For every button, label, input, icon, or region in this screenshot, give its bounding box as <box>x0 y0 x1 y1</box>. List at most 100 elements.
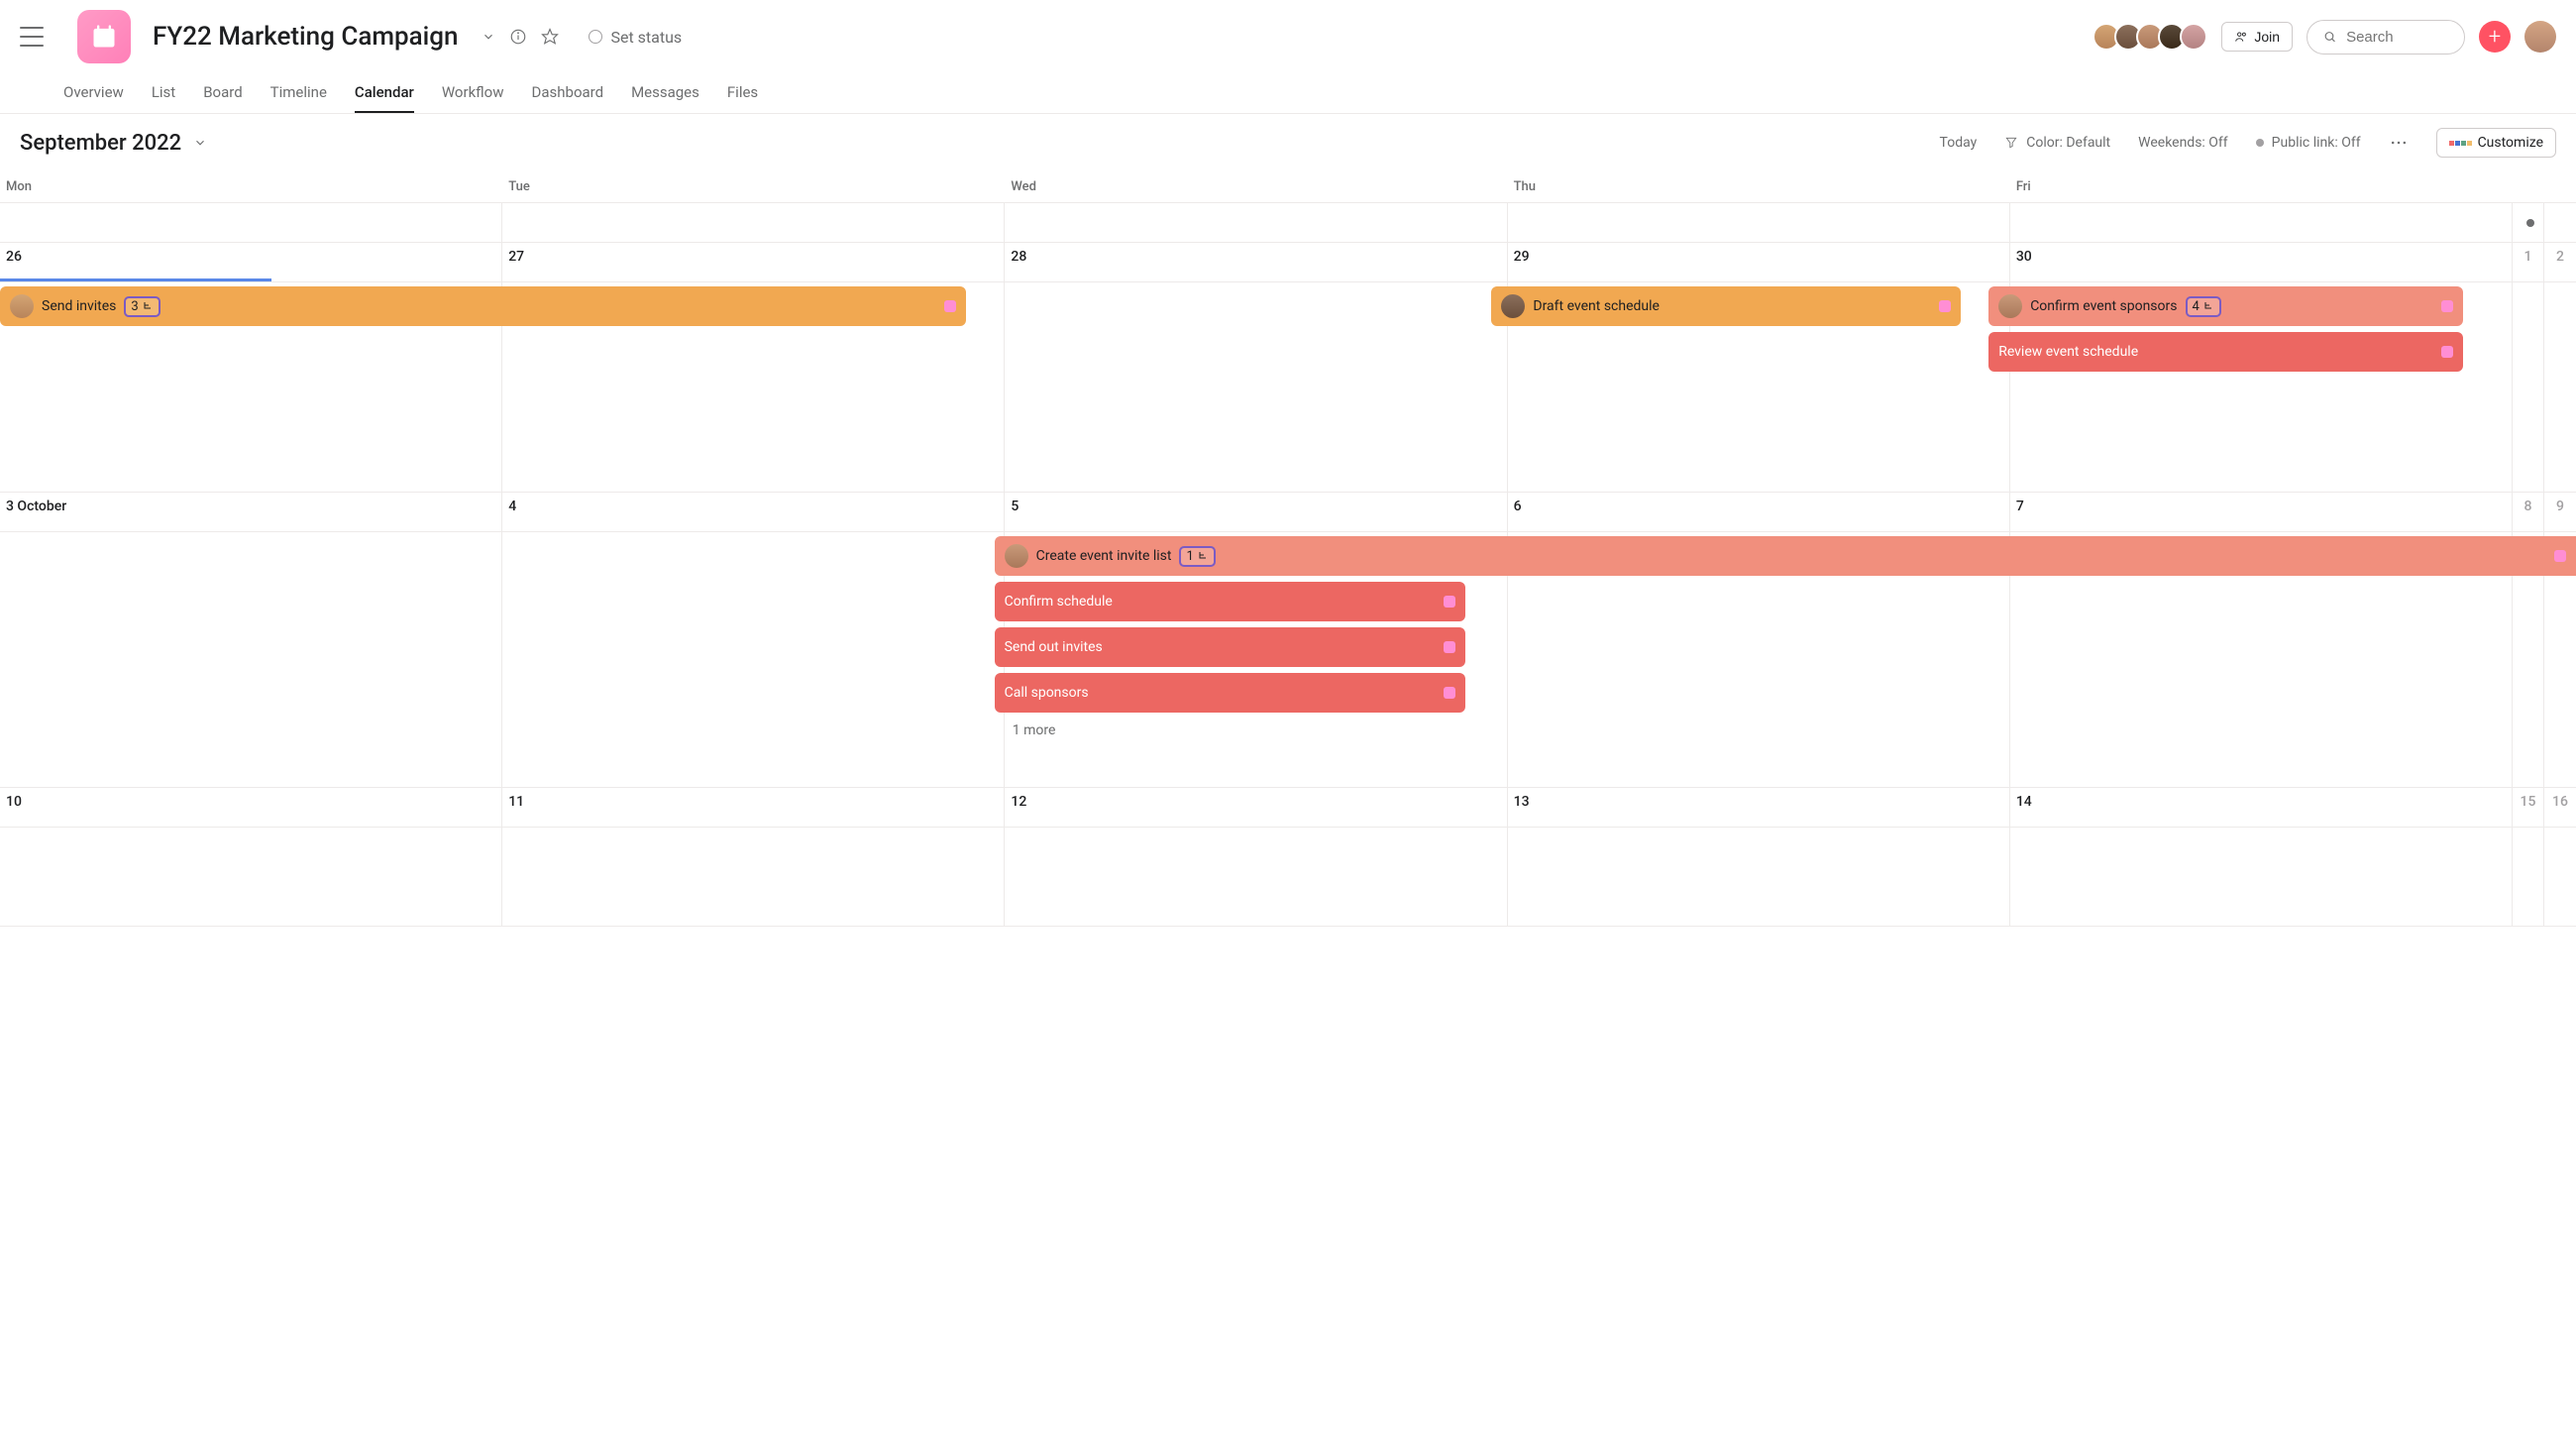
customize-button[interactable]: Customize <box>2436 128 2556 158</box>
event-tag <box>2441 300 2453 312</box>
avatar <box>2180 23 2207 51</box>
tabs: Overview List Board Timeline Calendar Wo… <box>0 73 2576 114</box>
day-cell[interactable]: 12 <box>1005 788 1507 827</box>
weekday-header-narrow <box>2544 171 2576 202</box>
status-circle-icon <box>589 30 602 44</box>
day-cell-weekend[interactable]: 9 <box>2544 493 2576 531</box>
day-cell[interactable]: 6 <box>1508 493 2010 531</box>
user-avatar[interactable] <box>2524 21 2556 53</box>
weekday-header: Wed <box>1005 171 1507 202</box>
event-tag <box>1939 300 1951 312</box>
subtask-icon <box>2202 300 2214 312</box>
day-cell[interactable]: 5 <box>1005 493 1507 531</box>
day-cell-weekend[interactable]: 16 <box>2544 788 2576 827</box>
event-avatar <box>1501 294 1525 318</box>
people-icon <box>2234 30 2248 44</box>
event-tag <box>1444 687 1455 699</box>
more-menu[interactable] <box>2389 133 2409 153</box>
add-button[interactable]: + <box>2479 21 2511 53</box>
event-title: Confirm event sponsors <box>2030 298 2177 314</box>
menu-toggle[interactable] <box>20 27 44 47</box>
search-input[interactable] <box>2346 29 2448 46</box>
month-picker[interactable]: September 2022 <box>20 131 207 156</box>
weekday-header: Tue <box>502 171 1005 202</box>
event-tag <box>1444 641 1455 653</box>
chevron-down-icon[interactable] <box>482 30 495 44</box>
event-create-invite-list[interactable]: Create event invite list 1 <box>995 536 2576 576</box>
day-cell[interactable]: 29 <box>1508 243 2010 281</box>
event-avatar <box>1998 294 2022 318</box>
day-cell-weekend[interactable]: 8 <box>2513 493 2544 531</box>
join-label: Join <box>2254 29 2280 45</box>
tab-board[interactable]: Board <box>203 73 242 113</box>
day-cell[interactable]: 26 <box>0 243 502 281</box>
search-icon <box>2323 29 2336 45</box>
subtask-badge: 3 <box>124 296 160 317</box>
day-cell[interactable]: 11 <box>502 788 1005 827</box>
join-button[interactable]: Join <box>2221 22 2293 52</box>
day-cell[interactable]: 30 <box>2010 243 2513 281</box>
day-cell-weekend[interactable]: 1 <box>2513 243 2544 281</box>
weekday-header: Fri <box>2010 171 2513 202</box>
subtask-badge: 1 <box>1179 546 1215 567</box>
event-tag <box>2554 550 2566 562</box>
event-call-sponsors[interactable]: Call sponsors <box>995 673 1466 713</box>
tab-messages[interactable]: Messages <box>631 73 699 113</box>
info-icon[interactable] <box>509 28 527 46</box>
weekends-toggle[interactable]: Weekends: Off <box>2138 135 2228 151</box>
more-icon <box>2389 133 2409 153</box>
tab-list[interactable]: List <box>152 73 175 113</box>
set-status-label: Set status <box>610 28 682 47</box>
tab-calendar[interactable]: Calendar <box>355 73 414 113</box>
event-title: Call sponsors <box>1005 685 1089 701</box>
event-title: Send out invites <box>1005 639 1103 655</box>
more-events-link[interactable]: 1 more <box>1013 722 1056 738</box>
subtask-icon <box>1197 550 1209 562</box>
public-link-label: Public link: Off <box>2272 135 2361 151</box>
tab-timeline[interactable]: Timeline <box>270 73 327 113</box>
event-title: Review event schedule <box>1998 344 2138 360</box>
project-title: FY22 Marketing Campaign <box>153 22 458 52</box>
day-cell-weekend[interactable]: 2 <box>2544 243 2576 281</box>
subtask-badge: 4 <box>2186 296 2221 317</box>
member-avatars[interactable] <box>2093 23 2207 51</box>
color-filter[interactable]: Color: Default <box>2004 135 2110 151</box>
event-send-invites[interactable]: Send invites 3 <box>0 286 966 326</box>
set-status-button[interactable]: Set status <box>589 28 682 47</box>
day-cell[interactable]: 13 <box>1508 788 2010 827</box>
day-cell[interactable]: 14 <box>2010 788 2513 827</box>
event-review-schedule[interactable]: Review event schedule <box>1988 332 2462 372</box>
event-confirm-sponsors[interactable]: Confirm event sponsors 4 <box>1988 286 2462 326</box>
day-cell[interactable]: 10 <box>0 788 502 827</box>
tab-workflow[interactable]: Workflow <box>442 73 504 113</box>
tab-dashboard[interactable]: Dashboard <box>532 73 604 113</box>
day-cell[interactable]: 7 <box>2010 493 2513 531</box>
day-cell[interactable]: 28 <box>1005 243 1507 281</box>
day-cell-weekend[interactable]: 15 <box>2513 788 2544 827</box>
event-confirm-schedule[interactable]: Confirm schedule <box>995 582 1466 621</box>
event-tag <box>944 300 956 312</box>
day-cell[interactable]: 4 <box>502 493 1005 531</box>
event-tag <box>2441 346 2453 358</box>
public-link-toggle[interactable]: Public link: Off <box>2256 135 2361 151</box>
tab-overview[interactable]: Overview <box>63 73 124 113</box>
weekday-header: Thu <box>1508 171 2010 202</box>
day-cell[interactable]: 27 <box>502 243 1005 281</box>
day-cell[interactable]: 3 October <box>0 493 502 531</box>
star-icon[interactable] <box>541 28 559 46</box>
event-send-out-invites[interactable]: Send out invites <box>995 627 1466 667</box>
filter-icon <box>2004 136 2018 150</box>
event-draft-schedule[interactable]: Draft event schedule <box>1491 286 1960 326</box>
event-title: Send invites <box>42 298 116 314</box>
dot-icon <box>2256 139 2264 147</box>
event-avatar <box>10 294 34 318</box>
grid-icon <box>2449 141 2472 146</box>
subtask-icon <box>142 300 154 312</box>
weekday-header-narrow <box>2513 171 2544 202</box>
event-title: Create event invite list <box>1036 548 1172 564</box>
event-title: Draft event schedule <box>1533 298 1660 314</box>
tab-files[interactable]: Files <box>727 73 758 113</box>
today-button[interactable]: Today <box>1940 135 1978 151</box>
search-box[interactable] <box>2307 20 2465 55</box>
customize-label: Customize <box>2478 135 2543 151</box>
